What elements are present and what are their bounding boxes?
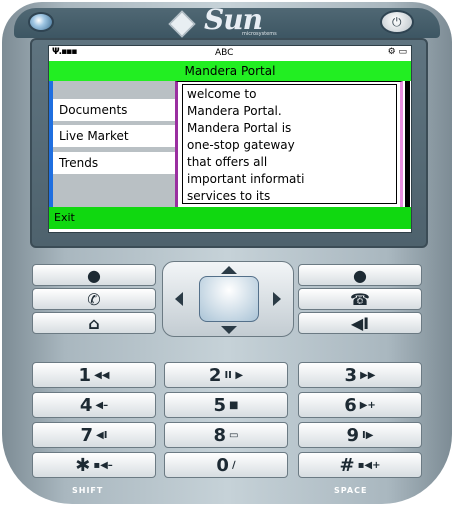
key-media-icon: II ▶ xyxy=(224,369,244,381)
key-media-icon: I▶ xyxy=(362,429,374,441)
dpad[interactable] xyxy=(162,261,294,337)
dot-icon: ● xyxy=(87,265,101,285)
key-number: 2 xyxy=(208,364,222,386)
phone-call-icon: ✆ xyxy=(87,289,101,309)
key-number: 8 xyxy=(213,424,227,446)
key-media-icon: ▪◀– xyxy=(93,459,113,471)
key-1-1[interactable]: 5 ■ xyxy=(164,392,288,418)
key-0-0[interactable]: 1 ◀◀ xyxy=(32,362,156,388)
home-icon: ⌂ xyxy=(88,313,100,333)
sun-diamond-icon xyxy=(168,10,196,38)
sun-logo: Sun microsystems xyxy=(168,3,290,40)
key-3-1[interactable]: 0 ∕ xyxy=(164,452,288,478)
key-number: 5 xyxy=(213,394,227,416)
key-2-0[interactable]: 7 ◀I xyxy=(32,422,156,448)
key-media-icon: ▪◀+ xyxy=(357,459,381,471)
key-media-icon: ▶▶ xyxy=(360,369,376,381)
shift-label: SHIFT xyxy=(72,486,104,495)
key-3-0[interactable]: ✱ ▪◀– xyxy=(32,452,156,478)
status-bar: Ψ.▪▪▪ ABC ⚙ ▭ xyxy=(49,46,411,61)
call-key[interactable]: ✆ xyxy=(32,288,156,310)
end-call-key[interactable]: ☎ xyxy=(298,288,422,310)
side-menu: Documents Live Market Trends xyxy=(49,81,175,207)
menu-item-blank xyxy=(53,81,175,99)
welcome-message[interactable]: welcome to Mandera Portal. Mandera Porta… xyxy=(182,84,397,204)
back-key[interactable]: ◀I xyxy=(298,312,422,334)
dpad-left-icon[interactable] xyxy=(175,292,183,306)
menu-item-trends[interactable]: Trends xyxy=(53,152,175,174)
key-number: 0 xyxy=(216,454,229,476)
key-1-0[interactable]: 4 ◀– xyxy=(32,392,156,418)
key-1-2[interactable]: 6 ▶+ xyxy=(298,392,422,418)
power-button[interactable]: ⏻ xyxy=(380,10,414,34)
key-media-icon: ◀– xyxy=(95,399,109,411)
key-2-1[interactable]: 8 ▭ xyxy=(164,422,288,448)
top-left-button[interactable] xyxy=(28,12,54,32)
space-label: SPACE xyxy=(334,486,368,495)
key-number: ✱ xyxy=(75,454,91,476)
screen-content: Documents Live Market Trends welcome to … xyxy=(49,81,411,207)
key-number: # xyxy=(339,454,355,476)
key-3-2[interactable]: # ▪◀+ xyxy=(298,452,422,478)
hang-up-icon: ☎ xyxy=(350,289,370,309)
key-number: 3 xyxy=(344,364,358,386)
key-media-icon: ◀I xyxy=(96,429,108,441)
left-soft-key[interactable]: ● xyxy=(32,264,156,286)
key-0-1[interactable]: 2 II ▶ xyxy=(164,362,288,388)
right-soft-key[interactable]: ● xyxy=(298,264,422,286)
key-number: 9 xyxy=(346,424,360,446)
screen-title: Mandera Portal xyxy=(49,61,411,81)
back-icon: ◀I xyxy=(350,313,370,333)
key-media-icon: ■ xyxy=(229,399,239,411)
key-number: 7 xyxy=(80,424,94,446)
key-number: 4 xyxy=(79,394,93,416)
brand-sub: microsystems xyxy=(242,31,277,37)
dot-icon: ● xyxy=(353,265,367,285)
phone-screen: Ψ.▪▪▪ ABC ⚙ ▭ Mandera Portal Documents L… xyxy=(48,45,412,233)
menu-item-documents[interactable]: Documents xyxy=(53,99,175,121)
home-key[interactable]: ⌂ xyxy=(32,312,156,334)
input-mode: ABC xyxy=(215,48,234,58)
key-media-icon: ▶+ xyxy=(359,399,376,411)
dpad-select-button[interactable] xyxy=(199,276,259,322)
key-number: 1 xyxy=(78,364,92,386)
dpad-right-icon[interactable] xyxy=(273,292,281,306)
key-2-2[interactable]: 9 I▶ xyxy=(298,422,422,448)
menu-item-live-market[interactable]: Live Market xyxy=(53,125,175,147)
key-number: 6 xyxy=(344,394,357,416)
dpad-up-icon[interactable] xyxy=(221,266,237,274)
key-media-icon: ∕ xyxy=(231,459,236,471)
exit-command[interactable]: Exit xyxy=(49,207,411,229)
power-icon: ⏻ xyxy=(392,15,402,29)
signal-icon: Ψ.▪▪▪ xyxy=(52,47,77,57)
key-media-icon: ▭ xyxy=(229,429,239,441)
key-0-2[interactable]: 3 ▶▶ xyxy=(298,362,422,388)
menu-item-blank-bottom xyxy=(53,178,175,207)
scrollbar-thumb[interactable] xyxy=(405,81,410,207)
battery-icon: ⚙ ▭ xyxy=(387,47,407,57)
dpad-down-icon[interactable] xyxy=(221,326,237,334)
scrollbar[interactable] xyxy=(403,81,411,207)
welcome-panel: welcome to Mandera Portal. Mandera Porta… xyxy=(175,81,403,207)
key-media-icon: ◀◀ xyxy=(94,369,110,381)
